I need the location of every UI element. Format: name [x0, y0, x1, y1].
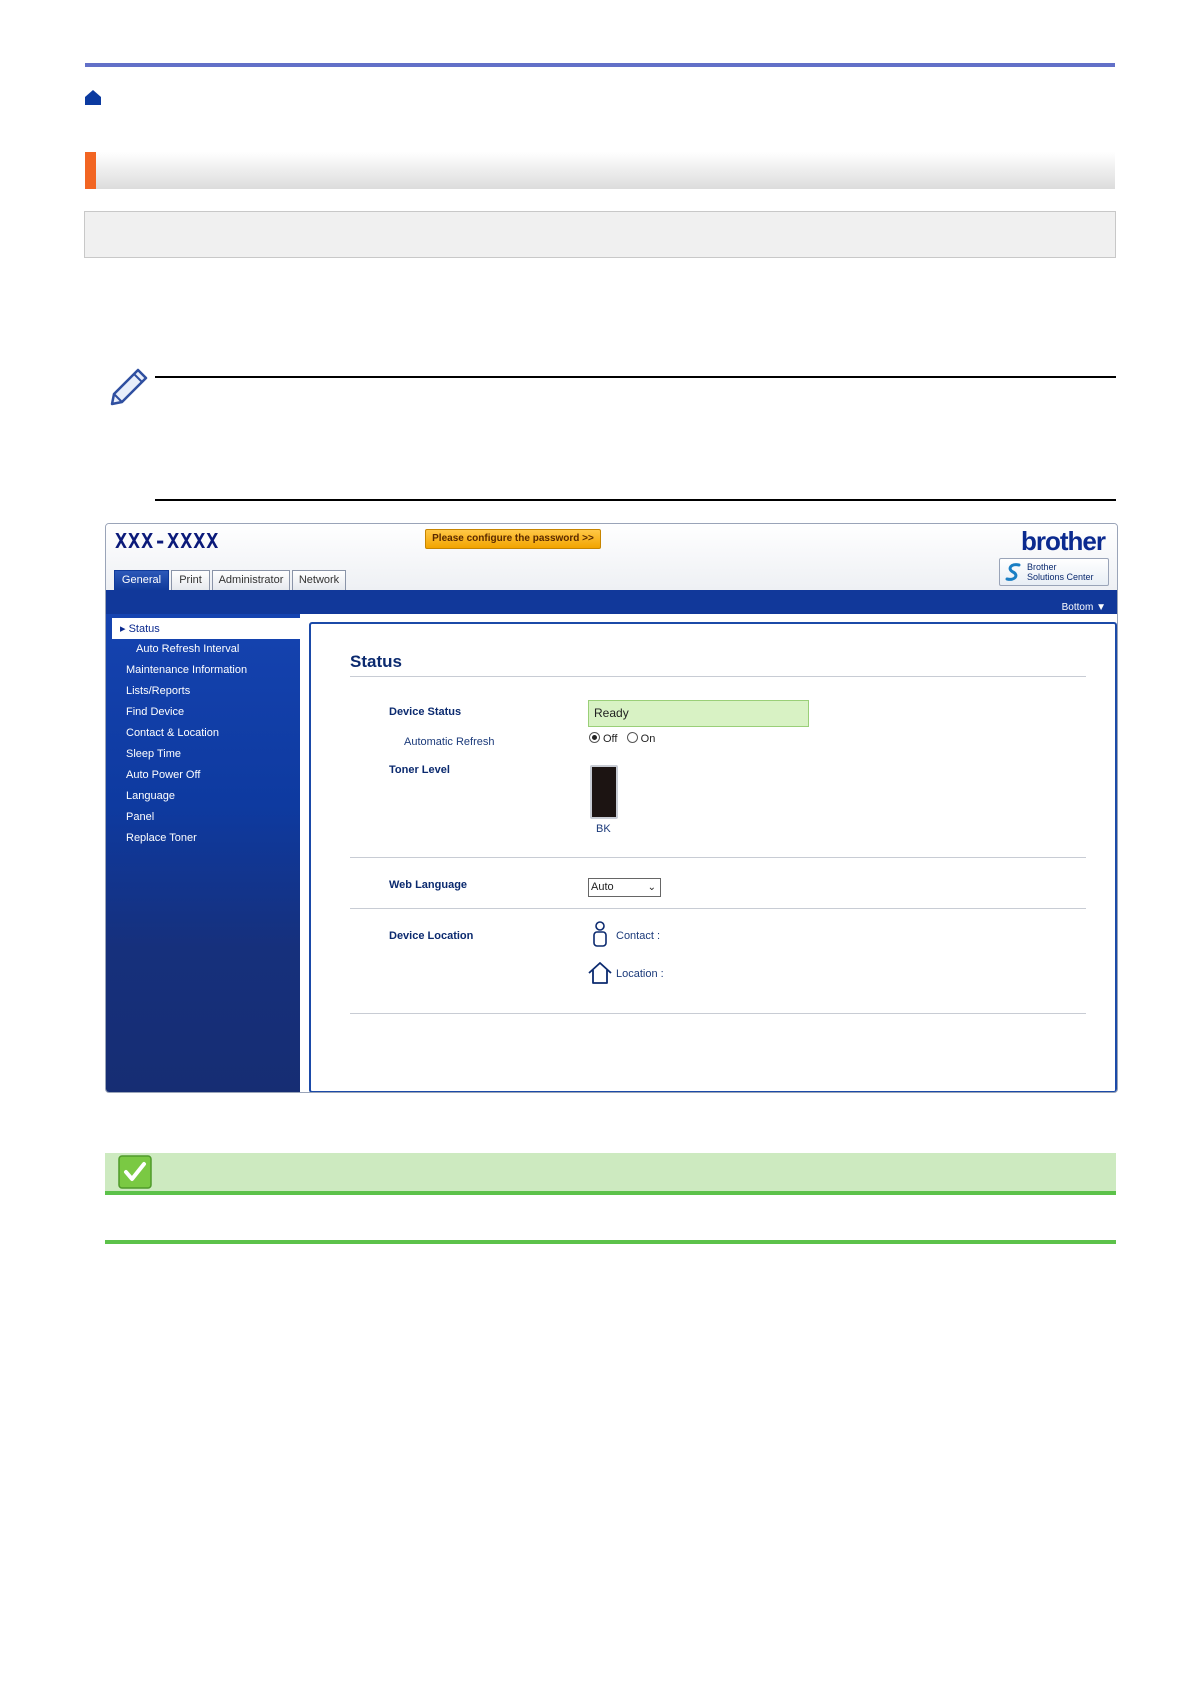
radio-off-label: Off	[603, 733, 618, 745]
solutions-center-label: Brother Solutions Center	[1027, 562, 1094, 582]
section-title-bar	[85, 152, 1115, 189]
nav-item-auto-power-off[interactable]: Auto Power Off	[126, 769, 200, 781]
tab-network[interactable]: Network	[292, 570, 346, 590]
nav-item-find-device[interactable]: Find Device	[126, 706, 184, 718]
device-location-label: Device Location	[389, 930, 474, 942]
model-name: XXX-XXXX	[115, 529, 220, 553]
device-status-value: Ready	[588, 700, 809, 727]
note-rule-top	[155, 376, 1116, 378]
top-rule	[85, 63, 1115, 67]
left-nav: ▸ Status Auto Refresh Interval Maintenan…	[106, 614, 300, 1092]
status-panel: Status Device Status Ready Automatic Ref…	[309, 622, 1117, 1092]
radio-on-label: On	[640, 733, 656, 745]
radio-on[interactable]	[626, 732, 638, 743]
nav-band	[106, 590, 1117, 614]
divider-1	[350, 857, 1086, 858]
tab-general[interactable]: General	[114, 570, 169, 590]
web-language-value: Auto	[591, 881, 614, 893]
note-rule-bottom	[155, 499, 1116, 501]
contact-label: Contact :	[616, 930, 661, 942]
webui-header: XXX-XXXX Please configure the password >…	[106, 524, 1117, 590]
section-accent	[85, 152, 96, 189]
related-rule-top	[105, 1191, 1116, 1195]
summary-box	[84, 211, 1116, 258]
contact-icon	[593, 921, 607, 947]
nav-item-status[interactable]: ▸ Status	[112, 618, 300, 639]
nav-item-maintenance[interactable]: Maintenance Information	[126, 664, 247, 676]
nav-item-lists-reports[interactable]: Lists/Reports	[126, 685, 190, 697]
tab-administrator[interactable]: Administrator	[212, 570, 290, 590]
tab-print[interactable]: Print	[171, 570, 210, 590]
solutions-center-button[interactable]: Brother Solutions Center	[999, 558, 1109, 586]
web-management-screenshot: XXX-XXXX Please configure the password >…	[105, 523, 1118, 1093]
solutions-center-line2: Solutions Center	[1027, 572, 1094, 582]
check-icon	[118, 1155, 152, 1189]
nav-item-auto-refresh[interactable]: Auto Refresh Interval	[136, 643, 239, 655]
nav-item-replace-toner[interactable]: Replace Toner	[126, 832, 197, 844]
divider-3	[350, 1013, 1086, 1014]
nav-item-sleep-time[interactable]: Sleep Time	[126, 748, 181, 760]
configure-password-button[interactable]: Please configure the password >>	[425, 529, 601, 549]
pencil-icon	[110, 368, 148, 406]
chevron-down-icon: ⌄	[647, 882, 656, 893]
home-icon[interactable]	[84, 89, 102, 106]
toner-level-label: Toner Level	[389, 764, 450, 776]
related-info-bar	[105, 1153, 1116, 1191]
toner-color-label: BK	[596, 823, 611, 835]
web-language-select[interactable]: Auto ⌄	[588, 878, 661, 897]
solutions-center-line1: Brother	[1027, 562, 1057, 572]
nav-item-panel[interactable]: Panel	[126, 811, 154, 823]
nav-selected-text: Status	[128, 623, 160, 635]
solutions-center-icon	[1005, 563, 1021, 581]
location-icon	[588, 962, 612, 984]
auto-refresh-label: Automatic Refresh	[404, 736, 495, 748]
toner-gauge-bk	[590, 765, 618, 819]
nav-item-contact-location[interactable]: Contact & Location	[126, 727, 219, 739]
divider-2	[350, 908, 1086, 909]
location-label: Location :	[616, 968, 664, 980]
panel-title: Status	[350, 652, 402, 671]
device-status-label: Device Status	[389, 706, 462, 718]
nav-item-status-label: ▸ Status	[120, 623, 160, 635]
related-rule-bottom	[105, 1240, 1116, 1244]
brother-logo: brother	[1021, 526, 1106, 556]
auto-refresh-radios: Off On	[589, 731, 655, 745]
radio-off[interactable]	[589, 732, 600, 743]
web-language-label: Web Language	[389, 879, 468, 891]
bottom-link[interactable]: Bottom ▼	[1062, 602, 1106, 613]
title-divider	[350, 676, 1086, 677]
nav-item-language[interactable]: Language	[126, 790, 175, 802]
